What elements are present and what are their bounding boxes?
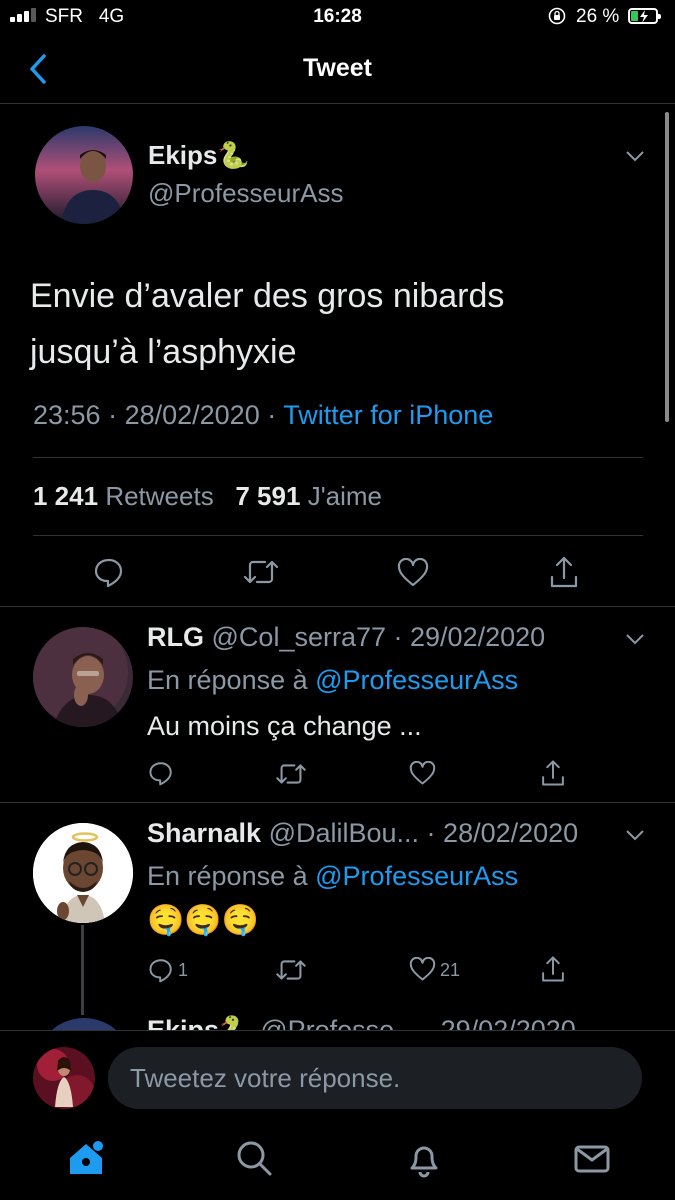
reply-author-name[interactable]: RLG bbox=[147, 622, 204, 652]
reply-text: Au moins ça change ... bbox=[147, 711, 422, 741]
reply-text: 🤤🤤🤤 bbox=[147, 904, 260, 937]
tab-bar bbox=[0, 1124, 675, 1200]
messages-icon[interactable] bbox=[572, 1138, 612, 1178]
home-icon[interactable] bbox=[66, 1138, 106, 1178]
author-handle[interactable]: @ProfesseurAss bbox=[148, 178, 343, 209]
reply-to-link[interactable]: @ProfesseurAss bbox=[315, 665, 518, 695]
retweet-icon[interactable] bbox=[243, 558, 279, 586]
search-icon[interactable] bbox=[234, 1138, 274, 1178]
reply-avatar[interactable] bbox=[33, 627, 133, 727]
chevron-down-icon[interactable] bbox=[625, 633, 645, 645]
tweet-meta: 23:56 · 28/02/2020 · Twitter for iPhone bbox=[33, 400, 494, 430]
retweet-icon[interactable] bbox=[275, 958, 307, 982]
reply-author-handle[interactable]: @DalilBou... bbox=[269, 818, 419, 848]
like-icon[interactable] bbox=[397, 558, 429, 588]
divider bbox=[33, 535, 643, 536]
like-icon[interactable] bbox=[409, 761, 436, 786]
reply-count: 1 bbox=[178, 960, 189, 980]
chevron-down-icon[interactable] bbox=[625, 150, 645, 162]
like-count: 21 bbox=[440, 960, 461, 980]
share-icon[interactable] bbox=[549, 555, 579, 589]
reply-icon[interactable] bbox=[148, 760, 174, 786]
reply-context: En réponse à @ProfesseurAss bbox=[147, 665, 519, 695]
reply-composer: Tweetez votre réponse. bbox=[0, 1030, 675, 1124]
battery-percent: 26 % bbox=[576, 6, 620, 27]
reply-header: Sharnalk @DalilBou... · 28/02/2020 bbox=[147, 818, 579, 848]
reply-header: RLG @Col_serra77 · 29/02/2020 bbox=[147, 622, 546, 652]
battery-icon bbox=[628, 8, 661, 24]
tweet-stats[interactable]: 1 241 Retweets 7 591 J'aime bbox=[33, 481, 382, 512]
user-avatar[interactable] bbox=[33, 1047, 95, 1109]
reply-input[interactable]: Tweetez votre réponse. bbox=[108, 1047, 642, 1109]
reply-to-link[interactable]: @ProfesseurAss bbox=[315, 861, 518, 891]
retweet-icon[interactable] bbox=[275, 762, 307, 786]
divider bbox=[0, 802, 675, 803]
scrollbar[interactable] bbox=[665, 112, 669, 422]
divider bbox=[33, 457, 643, 458]
like-icon[interactable] bbox=[409, 957, 436, 982]
author-avatar[interactable] bbox=[35, 126, 133, 224]
tweet-text: Envie d’avaler des gros nibards jusqu’à … bbox=[30, 277, 505, 371]
divider bbox=[0, 606, 675, 607]
status-bar: SFR 4G 16:28 26 % bbox=[0, 0, 675, 36]
reply-date: 28/02/2020 bbox=[443, 818, 579, 848]
reply-avatar[interactable] bbox=[33, 823, 133, 923]
share-icon[interactable] bbox=[540, 759, 566, 787]
reply-date: 29/02/2020 bbox=[410, 622, 546, 652]
notifications-icon[interactable] bbox=[404, 1138, 444, 1178]
rotation-lock-icon bbox=[548, 7, 566, 25]
share-icon[interactable] bbox=[540, 955, 566, 983]
reply-author-handle[interactable]: @Col_serra77 bbox=[212, 622, 387, 652]
page-header: Tweet bbox=[0, 36, 675, 104]
page-title: Tweet bbox=[303, 54, 372, 82]
reply-author-name[interactable]: Sharnalk bbox=[147, 818, 261, 848]
clock: 16:28 bbox=[313, 6, 362, 27]
reply-icon[interactable] bbox=[148, 957, 174, 983]
reply-context: En réponse à @ProfesseurAss bbox=[147, 861, 519, 891]
reply-icon[interactable] bbox=[93, 556, 125, 588]
chevron-down-icon[interactable] bbox=[625, 829, 645, 841]
thread-connector bbox=[81, 925, 84, 1015]
tweet-source-link[interactable]: Twitter for iPhone bbox=[283, 400, 493, 430]
author-name[interactable]: Ekips🐍 bbox=[148, 140, 250, 171]
